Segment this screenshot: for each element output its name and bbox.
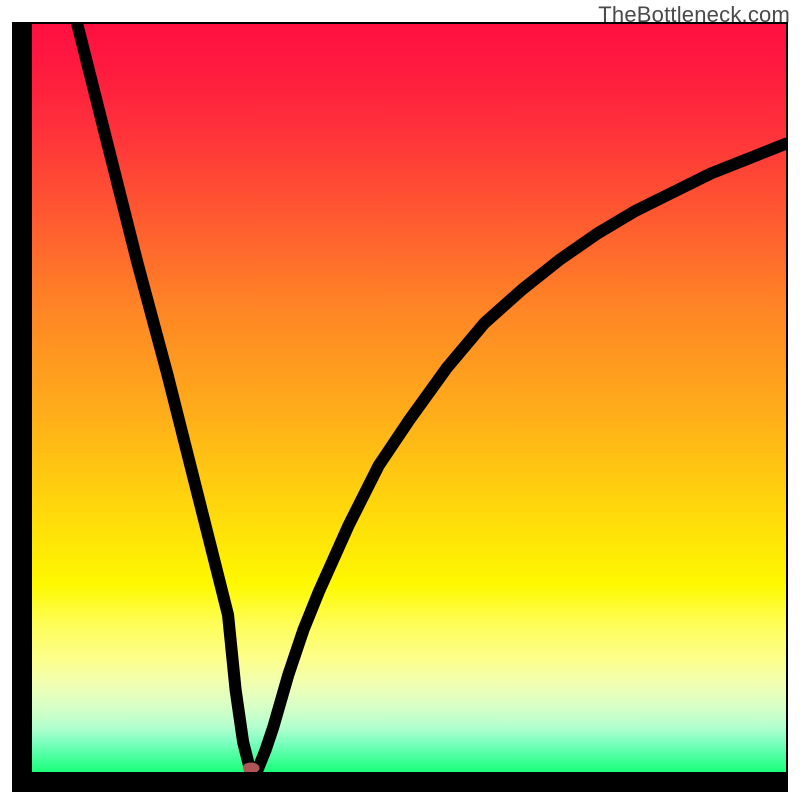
plot-area xyxy=(12,22,788,792)
curve-svg xyxy=(32,24,786,772)
bottleneck-curve xyxy=(77,24,786,772)
min-marker xyxy=(242,763,259,772)
chart-frame: TheBottleneck.com xyxy=(0,0,800,800)
watermark-text: TheBottleneck.com xyxy=(598,2,790,28)
plot-inner xyxy=(32,24,786,772)
